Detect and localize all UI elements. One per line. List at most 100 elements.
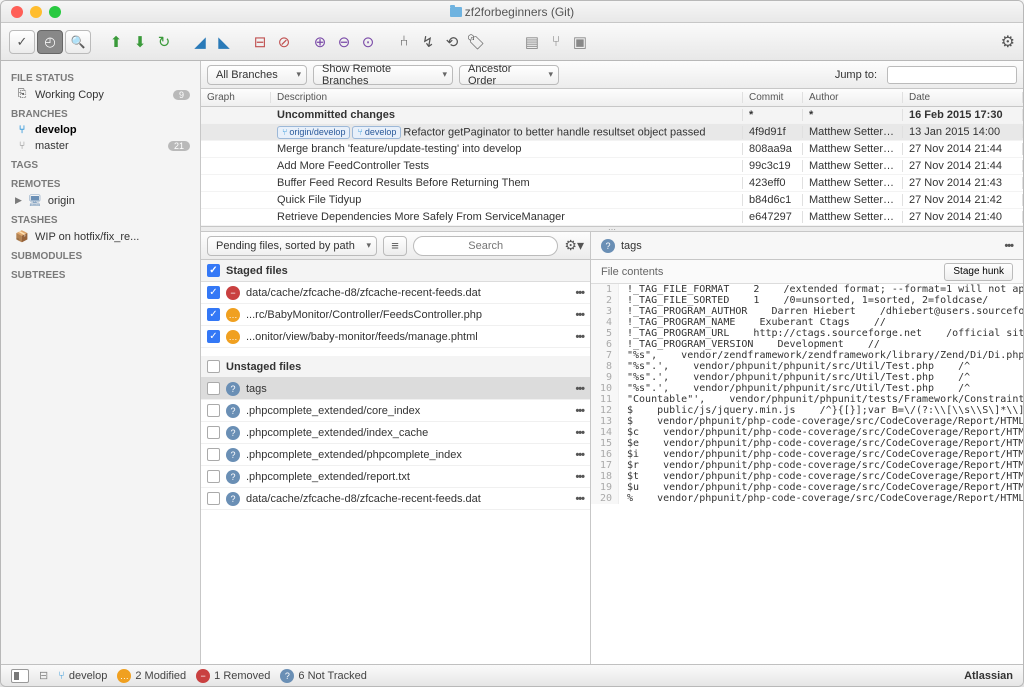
checkbox[interactable] [207, 404, 220, 417]
pull-icon[interactable]: ⬆ [105, 31, 127, 53]
checkbox[interactable]: ✓ [207, 286, 220, 299]
file-row[interactable]: ?data/cache/zfcache-d8/zfcache-recent-fe… [201, 488, 590, 510]
file-row[interactable]: ✓…...rc/BabyMonitor/Controller/FeedsCont… [201, 304, 590, 326]
branch-icon[interactable]: ◢ [189, 31, 211, 53]
order-select[interactable]: Ancestor Order [459, 65, 559, 85]
file-options-icon[interactable]: ••• [575, 405, 584, 417]
file-options-icon[interactable]: ••• [575, 287, 584, 299]
status-icon: ? [226, 470, 240, 484]
history-row[interactable]: ⑂origin/develop⑂developRefactor getPagin… [201, 124, 1023, 141]
unstaged-section-header[interactable]: Unstaged files [201, 356, 590, 378]
commit-button[interactable]: ✓ [9, 30, 35, 54]
brand-label: Atlassian [964, 670, 1013, 682]
file-row[interactable]: ✓−data/cache/zfcache-d8/zfcache-recent-f… [201, 282, 590, 304]
history-table: Uncommitted changes * * 16 Feb 2015 17:3… [201, 107, 1023, 226]
file-options-icon[interactable]: ••• [575, 331, 584, 343]
file-row[interactable]: ?.phpcomplete_extended/phpcomplete_index… [201, 444, 590, 466]
sb-submodules-header: SUBMODULES [1, 245, 200, 264]
search-button[interactable]: 🔍 [65, 30, 91, 54]
file-options-icon[interactable]: ••• [575, 427, 584, 439]
status-branch: develop [69, 670, 108, 682]
checkout-icon[interactable]: ↯ [417, 31, 439, 53]
file-search-input[interactable] [413, 236, 558, 256]
add-icon[interactable]: ⊕ [309, 31, 331, 53]
sidebar-branch-develop[interactable]: ⑂develop [1, 122, 200, 138]
diff-subhead-label: File contents [601, 266, 663, 278]
file-options-icon[interactable]: ••• [575, 383, 584, 395]
gitflow-icon[interactable]: ⑃ [393, 31, 415, 53]
diff-options-icon[interactable]: ••• [1004, 240, 1013, 252]
files-panel: Pending files, sorted by path ≡ ⚙▾ ✓Stag… [201, 232, 591, 664]
file-options-icon[interactable]: ••• [575, 493, 584, 505]
diff-filename: tags [621, 240, 642, 252]
history-row-uncommitted[interactable]: Uncommitted changes * * 16 Feb 2015 17:3… [201, 107, 1023, 124]
file-row[interactable]: ?tags••• [201, 378, 590, 400]
filter-bar: All Branches Show Remote Branches Ancest… [201, 61, 1023, 89]
remote-filter-select[interactable]: Show Remote Branches [313, 65, 453, 85]
tag-icon[interactable]: 🏷 [465, 31, 487, 53]
status-modified: 2 Modified [135, 670, 186, 682]
view-mode-button[interactable]: ≡ [383, 236, 407, 256]
sidebar-item-working-copy[interactable]: ⎘Working Copy9 [1, 86, 200, 103]
files-gear-icon[interactable]: ⚙▾ [564, 237, 584, 254]
file-row[interactable]: ?.phpcomplete_extended/report.txt••• [201, 466, 590, 488]
folder-icon [450, 7, 462, 17]
merge-icon[interactable]: ◣ [213, 31, 235, 53]
staged-section-header[interactable]: ✓Staged files [201, 260, 590, 282]
history-row[interactable]: Buffer Feed Record Results Before Return… [201, 175, 1023, 192]
disk-icon: ⊟ [39, 669, 48, 682]
status-icon: … [226, 308, 240, 322]
status-icon: ? [226, 448, 240, 462]
console-icon[interactable]: ▣ [569, 31, 591, 53]
file-row[interactable]: ✓…...onitor/view/baby-monitor/feeds/mana… [201, 326, 590, 348]
sb-remotes-header: REMOTES [1, 173, 200, 192]
file-options-icon[interactable]: ••• [575, 309, 584, 321]
discard-icon[interactable]: ⊘ [273, 31, 295, 53]
checkbox[interactable] [207, 382, 220, 395]
titlebar: zf2forbeginners (Git) [1, 1, 1023, 23]
jump-input[interactable] [887, 66, 1017, 84]
file-row[interactable]: ?.phpcomplete_extended/index_cache••• [201, 422, 590, 444]
sidebar-branch-master[interactable]: ⑂master21 [1, 138, 200, 154]
show-hosted-icon[interactable]: ▤ [521, 31, 543, 53]
addremove-icon[interactable]: ⊙ [357, 31, 379, 53]
checkbox[interactable] [207, 448, 220, 461]
stage-hunk-button[interactable]: Stage hunk [944, 263, 1013, 281]
file-options-icon[interactable]: ••• [575, 471, 584, 483]
stash-icon[interactable]: ⊟ [249, 31, 271, 53]
checkbox[interactable] [207, 470, 220, 483]
diff-code[interactable]: 1!_TAG_FILE_FORMAT 2 /extended format; -… [591, 284, 1023, 664]
remove-icon[interactable]: ⊖ [333, 31, 355, 53]
checkbox[interactable] [207, 426, 220, 439]
push-icon[interactable]: ⬇ [129, 31, 151, 53]
reset-icon[interactable]: ⟲ [441, 31, 463, 53]
checkbox[interactable]: ✓ [207, 308, 220, 321]
history-row[interactable]: Quick File Tidyupb84d6c1Matthew Setter <… [201, 192, 1023, 209]
sidebar-item-origin[interactable]: ▶🖥origin [1, 192, 200, 209]
sidebar: FILE STATUS ⎘Working Copy9 BRANCHES ⑂dev… [1, 61, 201, 664]
fetch-icon[interactable]: ↻ [153, 31, 175, 53]
sidebar-toggle-button[interactable] [11, 669, 29, 683]
toolbar: ✓ ◴ 🔍 ⬆ ⬇ ↻ ◢ ◣ ⊟ ⊘ ⊕ ⊖ ⊙ ⑃ ↯ ⟲ 🏷 ▤ [1, 23, 1023, 61]
status-icon: − [226, 286, 240, 300]
history-row[interactable]: Add More FeedController Tests99c3c19Matt… [201, 158, 1023, 175]
diff-panel: ? tags ••• File contents Stage hunk 1!_T… [591, 232, 1023, 664]
pending-filter-select[interactable]: Pending files, sorted by path [207, 236, 377, 256]
file-options-icon[interactable]: ••• [575, 449, 584, 461]
checkbox[interactable] [207, 492, 220, 505]
status-icon: ? [226, 404, 240, 418]
checkbox[interactable]: ✓ [207, 330, 220, 343]
file-row[interactable]: ?.phpcomplete_extended/core_index••• [201, 400, 590, 422]
history-row[interactable]: Retrieve Dependencies More Safely From S… [201, 209, 1023, 226]
sb-subtrees-header: SUBTREES [1, 264, 200, 283]
statusbar: ⊟ ⑂develop …2 Modified −1 Removed ?6 Not… [1, 664, 1023, 686]
status-icon: ? [226, 492, 240, 506]
status-icon: ? [226, 426, 240, 440]
history-button[interactable]: ◴ [37, 30, 63, 54]
branch-filter-select[interactable]: All Branches [207, 65, 307, 85]
terminal-icon[interactable]: ⑂ [545, 31, 567, 53]
sidebar-item-stash[interactable]: 📦WIP on hotfix/fix_re... [1, 228, 200, 245]
settings-icon[interactable]: ⚙ [1001, 32, 1015, 52]
sb-branches-header: BRANCHES [1, 103, 200, 122]
history-row[interactable]: Merge branch 'feature/update-testing' in… [201, 141, 1023, 158]
